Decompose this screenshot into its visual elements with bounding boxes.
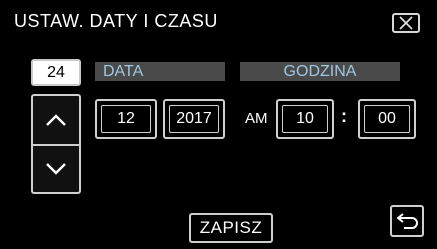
save-button[interactable]: ZAPISZ [189,213,273,243]
decrement-button[interactable] [31,146,81,194]
ampm-label: AM [245,110,268,127]
year-field[interactable]: 2017 [163,99,225,139]
date-section-label: DATA [95,62,225,81]
close-icon [399,16,413,30]
month-field[interactable]: 12 [95,99,157,139]
year-value: 2017 [169,105,219,133]
chevron-up-icon [46,114,66,126]
time-section-label: GODZINA [240,62,400,81]
hour-value: 10 [282,105,328,133]
month-value: 12 [101,105,151,133]
increment-button[interactable] [31,94,81,146]
chevron-down-icon [46,163,66,175]
return-arrow-icon [397,213,418,229]
page-title: USTAW. DATY I CZASU [14,11,218,31]
hour-field[interactable]: 10 [276,99,334,139]
close-button[interactable] [392,13,420,33]
day-field[interactable]: 24 [31,59,81,86]
minute-field[interactable]: 00 [358,99,416,139]
time-separator: : [341,106,347,126]
minute-value: 00 [364,105,410,133]
back-button[interactable] [390,205,424,237]
